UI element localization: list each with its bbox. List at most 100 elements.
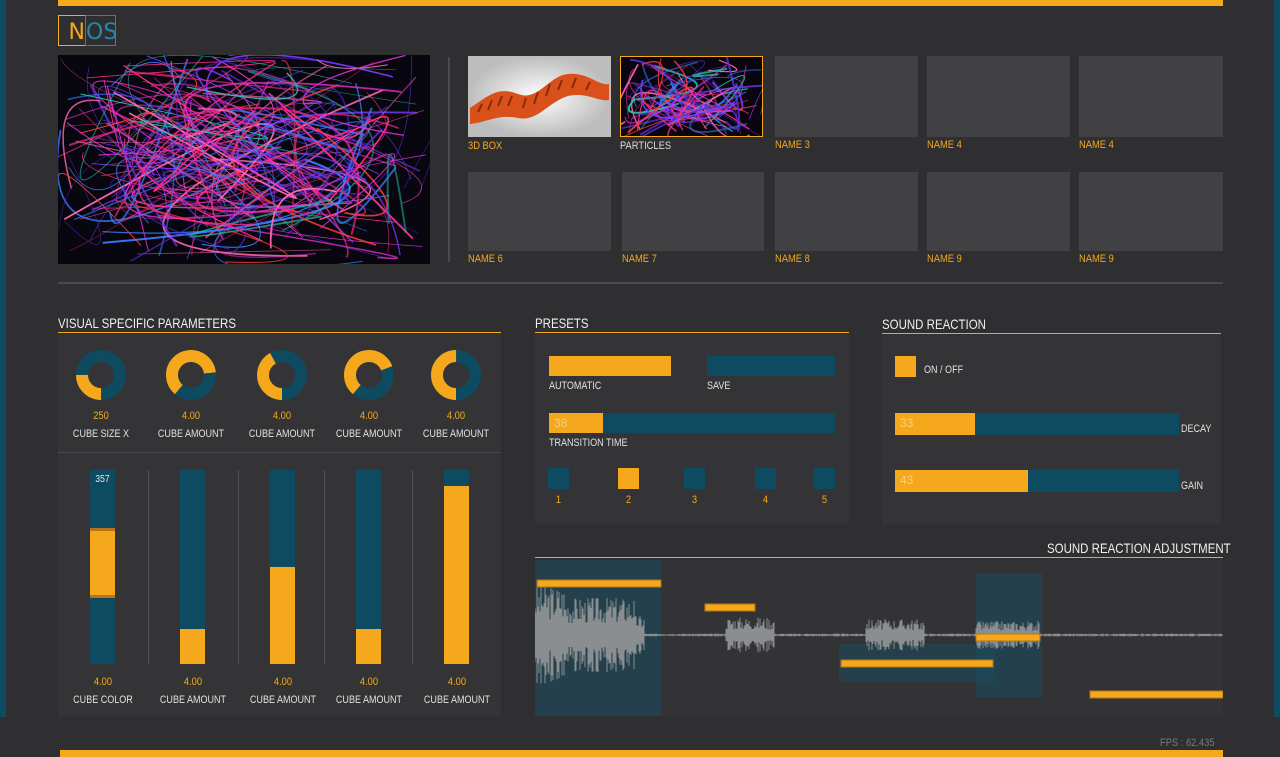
- visual-label-2: PARTICLES: [620, 140, 672, 152]
- knob-2[interactable]: [166, 350, 216, 400]
- gain-slider[interactable]: 43: [895, 470, 1179, 492]
- logo-n: N: [68, 20, 85, 45]
- visual-params-title: VISUAL SPECIFIC PARAMETERS: [58, 315, 236, 331]
- visual-preview: [58, 55, 430, 264]
- slider-value: 4.00: [447, 676, 467, 688]
- knob-label: CUBE AMOUNT: [335, 428, 403, 440]
- slider-fill: [270, 567, 295, 664]
- visual-thumb-particles[interactable]: [620, 56, 763, 137]
- section-divider: [58, 282, 1223, 284]
- fps-readout: FPS : 62.435: [1160, 737, 1215, 749]
- visual-thumb-name8[interactable]: [775, 172, 918, 251]
- visual-label-7: NAME 7: [622, 253, 657, 265]
- gain-fill: [895, 470, 1029, 492]
- slider-fill: [180, 629, 205, 664]
- preset-slot-2[interactable]: [618, 468, 639, 489]
- presets-underline: [535, 332, 849, 333]
- knob-label: CUBE AMOUNT: [422, 428, 490, 440]
- visual-thumb-name7[interactable]: [622, 172, 764, 251]
- knob-value: 250: [93, 410, 109, 422]
- knob-value: 4.00: [359, 410, 379, 422]
- preset-slot-label: 2: [625, 494, 632, 506]
- save-button[interactable]: [707, 356, 835, 376]
- knob-label: CUBE SIZE X: [72, 428, 130, 440]
- visual-label-5: NAME 4: [1079, 139, 1114, 151]
- automatic-label: AUTOMATIC: [549, 380, 602, 392]
- vertical-slider-4[interactable]: [356, 470, 381, 664]
- gain-label: GAIN: [1181, 480, 1204, 492]
- sound-onoff-label: ON / OFF: [924, 364, 964, 376]
- vertical-slider-2[interactable]: [180, 470, 205, 664]
- knob-4[interactable]: [344, 350, 394, 400]
- vertical-slider-1[interactable]: 357: [90, 470, 115, 664]
- slider-top-value: 357: [95, 474, 110, 485]
- slider-label: CUBE AMOUNT: [249, 694, 317, 706]
- sound-adjust-title: SOUND REACTION ADJUSTMENT: [1047, 540, 1231, 556]
- preview-divider: [448, 57, 450, 262]
- knob-value: 4.00: [181, 410, 201, 422]
- left-edge: [0, 0, 6, 717]
- visual-label-1: 3D BOX: [468, 140, 503, 152]
- right-edge: [1274, 0, 1280, 717]
- decay-value: 33: [900, 416, 914, 430]
- visual-thumb-name3[interactable]: [775, 56, 918, 137]
- knob-label: CUBE AMOUNT: [157, 428, 225, 440]
- visual-params-underline: [58, 332, 501, 333]
- slider-value: 4.00: [183, 676, 203, 688]
- presets-title: PRESETS: [535, 315, 589, 331]
- visual-thumb-name9[interactable]: [927, 172, 1070, 251]
- transition-time-slider[interactable]: 38: [549, 413, 835, 433]
- slider-separator: [238, 470, 239, 664]
- preset-slot-label: 1: [555, 494, 562, 506]
- decay-label: DECAY: [1181, 423, 1212, 435]
- preset-slot-4[interactable]: [755, 468, 776, 489]
- knobs-divider: [58, 452, 501, 453]
- preset-slot-5[interactable]: [814, 468, 835, 489]
- sound-reaction-underline: [882, 333, 1221, 334]
- visual-thumb-name9b[interactable]: [1079, 172, 1223, 251]
- preset-slot-3[interactable]: [684, 468, 705, 489]
- slider-label: CUBE AMOUNT: [335, 694, 403, 706]
- decay-slider[interactable]: 33: [895, 413, 1179, 435]
- visual-thumb-name4[interactable]: [927, 56, 1070, 137]
- visual-label-4: NAME 4: [927, 139, 962, 151]
- logo-os: OS: [86, 20, 118, 45]
- knob-3[interactable]: [257, 350, 307, 400]
- knob-1[interactable]: [76, 350, 126, 400]
- slider-label: CUBE AMOUNT: [159, 694, 227, 706]
- visual-thumb-name6[interactable]: [468, 172, 611, 251]
- bottom-accent-bar: [60, 750, 1223, 757]
- preset-slot-label: 5: [821, 494, 828, 506]
- visual-thumb-name4b[interactable]: [1079, 56, 1223, 137]
- sound-onoff-toggle[interactable]: [895, 356, 916, 377]
- slider-fill: [90, 528, 115, 599]
- knob-5[interactable]: [431, 350, 481, 400]
- sound-reaction-title: SOUND REACTION: [882, 316, 986, 332]
- slider-label: CUBE COLOR: [73, 694, 133, 706]
- save-label: SAVE: [707, 380, 731, 392]
- slider-separator: [148, 470, 149, 664]
- slider-fill: [356, 629, 381, 664]
- slider-value: 4.00: [273, 676, 293, 688]
- slider-fill: [444, 485, 469, 664]
- preset-slot-label: 4: [762, 494, 769, 506]
- visual-label-6: NAME 6: [468, 253, 503, 265]
- knob-value: 4.00: [446, 410, 466, 422]
- vertical-slider-3[interactable]: [270, 470, 295, 664]
- slider-separator: [324, 470, 325, 664]
- visual-label-9: NAME 9: [927, 253, 962, 265]
- knob-value: 4.00: [272, 410, 292, 422]
- slider-value: 4.00: [93, 676, 113, 688]
- visual-thumb-3d-box[interactable]: [468, 56, 611, 137]
- transition-time-value: 38: [554, 416, 568, 430]
- transition-time-label: TRANSITION TIME: [549, 437, 628, 449]
- nos-logo: N OS: [58, 15, 118, 46]
- knob-label: CUBE AMOUNT: [248, 428, 316, 440]
- sound-waveform[interactable]: [535, 560, 1223, 716]
- automatic-button[interactable]: [549, 356, 671, 376]
- preset-slot-1[interactable]: [548, 468, 569, 489]
- sound-adjust-underline: [535, 557, 1223, 558]
- vertical-slider-5[interactable]: [444, 470, 469, 664]
- visual-label-3: NAME 3: [775, 139, 810, 151]
- visual-label-8: NAME 8: [775, 253, 810, 265]
